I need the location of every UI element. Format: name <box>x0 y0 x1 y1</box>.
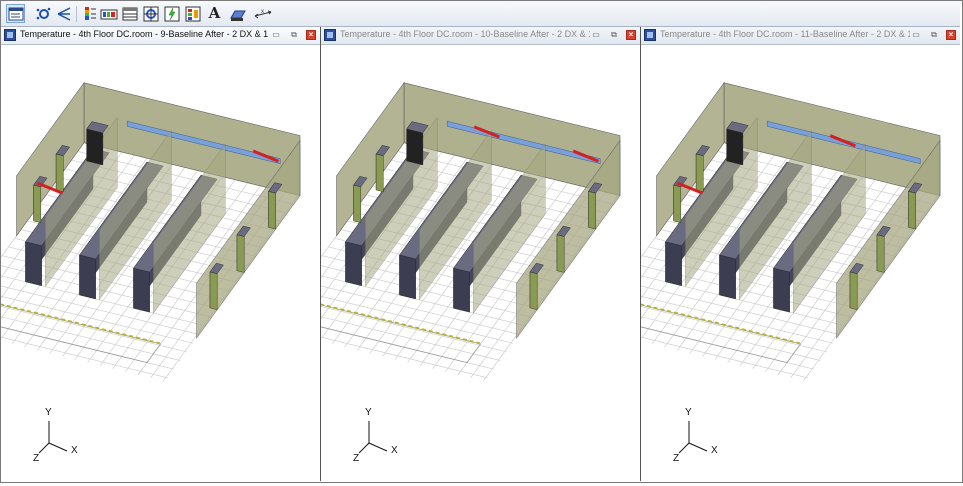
minimize-button[interactable]: ▭ <box>911 30 921 40</box>
measure-icon[interactable]: x <box>253 4 272 23</box>
3d-viewport[interactable]: Y X Z <box>0 45 320 481</box>
pane-app-icon <box>644 29 656 41</box>
color-map-icon[interactable] <box>183 4 202 23</box>
axis-triad: Y X Z <box>31 407 91 467</box>
minimize-button[interactable]: ▭ <box>591 30 601 40</box>
surface-plot-icon[interactable] <box>141 4 160 23</box>
pane-tab-3[interactable]: Temperature - 4th Floor DC.room - 11-Bas… <box>641 27 960 45</box>
view-pane-1[interactable]: Temperature - 4th Floor DC.room - 9-Base… <box>0 27 320 481</box>
axis-triad: Y X Z <box>671 407 731 467</box>
pane-tab-1[interactable]: Temperature - 4th Floor DC.room - 9-Base… <box>1 27 320 45</box>
3d-viewport[interactable]: Y X Z <box>268 45 640 481</box>
camera-icon[interactable] <box>228 4 247 23</box>
table-icon[interactable] <box>120 4 139 23</box>
view-pane-2[interactable]: Temperature - 4th Floor DC.room - 10-Bas… <box>268 27 640 481</box>
axis-x-label: X <box>391 445 398 456</box>
pane-title: Temperature - 4th Floor DC.room - 10-Bas… <box>340 29 590 39</box>
restore-button[interactable]: ⧉ <box>609 30 619 40</box>
pane-app-icon <box>4 29 16 41</box>
minimize-button[interactable]: ▭ <box>271 30 281 40</box>
axis-y-label: Y <box>365 407 372 418</box>
close-button[interactable]: × <box>306 30 316 40</box>
toolbar: A x <box>1 1 960 27</box>
close-button[interactable]: × <box>626 30 636 40</box>
text-icon[interactable]: A <box>205 4 224 23</box>
pane-title: Temperature - 4th Floor DC.room - 11-Bas… <box>660 29 910 39</box>
axis-z-label: Z <box>33 453 40 464</box>
view-pane-3[interactable]: Temperature - 4th Floor DC.room - 11-Bas… <box>588 27 960 481</box>
window-list-icon[interactable] <box>6 4 25 23</box>
streamlines-icon[interactable] <box>54 4 73 23</box>
restore-button[interactable]: ⧉ <box>929 30 939 40</box>
3d-viewport[interactable]: Y X Z <box>588 45 960 481</box>
axis-y-label: Y <box>45 407 52 418</box>
axis-y-label: Y <box>685 407 692 418</box>
axis-x-label: X <box>71 445 78 456</box>
restore-button[interactable]: ⧉ <box>289 30 299 40</box>
power-icon[interactable] <box>162 4 181 23</box>
legend-icon[interactable] <box>80 4 99 23</box>
pane-app-icon <box>324 29 336 41</box>
axis-z-label: Z <box>353 453 360 464</box>
svg-text:x: x <box>261 9 264 15</box>
axis-z-label: Z <box>673 453 680 464</box>
results-plane-icon[interactable] <box>99 4 118 23</box>
axis-triad: Y X Z <box>351 407 411 467</box>
pane-title: Temperature - 4th Floor DC.room - 9-Base… <box>20 29 270 39</box>
particles-icon[interactable] <box>33 4 52 23</box>
close-button[interactable]: × <box>946 30 956 40</box>
pane-tab-2[interactable]: Temperature - 4th Floor DC.room - 10-Bas… <box>321 27 640 45</box>
axis-x-label: X <box>711 445 718 456</box>
